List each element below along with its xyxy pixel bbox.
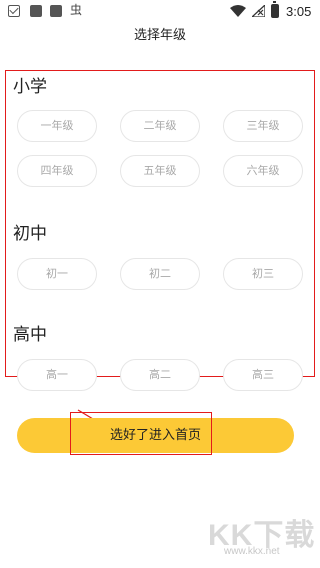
status-time: 3:05 bbox=[286, 4, 312, 19]
watermark-url: www.kkx.net bbox=[224, 546, 280, 557]
grade-button-primary-2[interactable]: 二年级 bbox=[120, 110, 200, 142]
grade-button-primary-1[interactable]: 一年级 bbox=[17, 110, 97, 142]
grade-button-senior-2[interactable]: 高二 bbox=[120, 359, 200, 391]
status-bar: 虫 3:05 bbox=[0, 0, 320, 24]
page-title: 选择年级 bbox=[133, 28, 186, 43]
grade-button-primary-3[interactable]: 三年级 bbox=[223, 110, 303, 142]
grade-button-primary-5[interactable]: 五年级 bbox=[120, 155, 200, 187]
grade-button-senior-1[interactable]: 高一 bbox=[17, 359, 97, 391]
watermark-logo: KK下载 www.kkx.net bbox=[206, 510, 316, 560]
submit-annotation-box bbox=[70, 412, 212, 455]
battery-icon bbox=[271, 1, 279, 18]
section-title-senior: 高中 bbox=[13, 325, 47, 345]
section-title-primary: 小学 bbox=[13, 77, 47, 97]
mail-icon bbox=[8, 5, 20, 17]
signal-off-icon bbox=[252, 5, 265, 17]
grade-button-primary-4[interactable]: 四年级 bbox=[17, 155, 97, 187]
app-icon bbox=[30, 5, 42, 17]
bug-icon: 虫 bbox=[70, 3, 83, 17]
wifi-icon bbox=[230, 5, 246, 17]
app-icon bbox=[50, 5, 62, 17]
grade-button-senior-3[interactable]: 高三 bbox=[223, 359, 303, 391]
grade-button-junior-1[interactable]: 初一 bbox=[17, 258, 97, 290]
grade-button-junior-2[interactable]: 初二 bbox=[120, 258, 200, 290]
grade-button-junior-3[interactable]: 初三 bbox=[223, 258, 303, 290]
grade-button-primary-6[interactable]: 六年级 bbox=[223, 155, 303, 187]
section-title-junior: 初中 bbox=[13, 224, 47, 244]
